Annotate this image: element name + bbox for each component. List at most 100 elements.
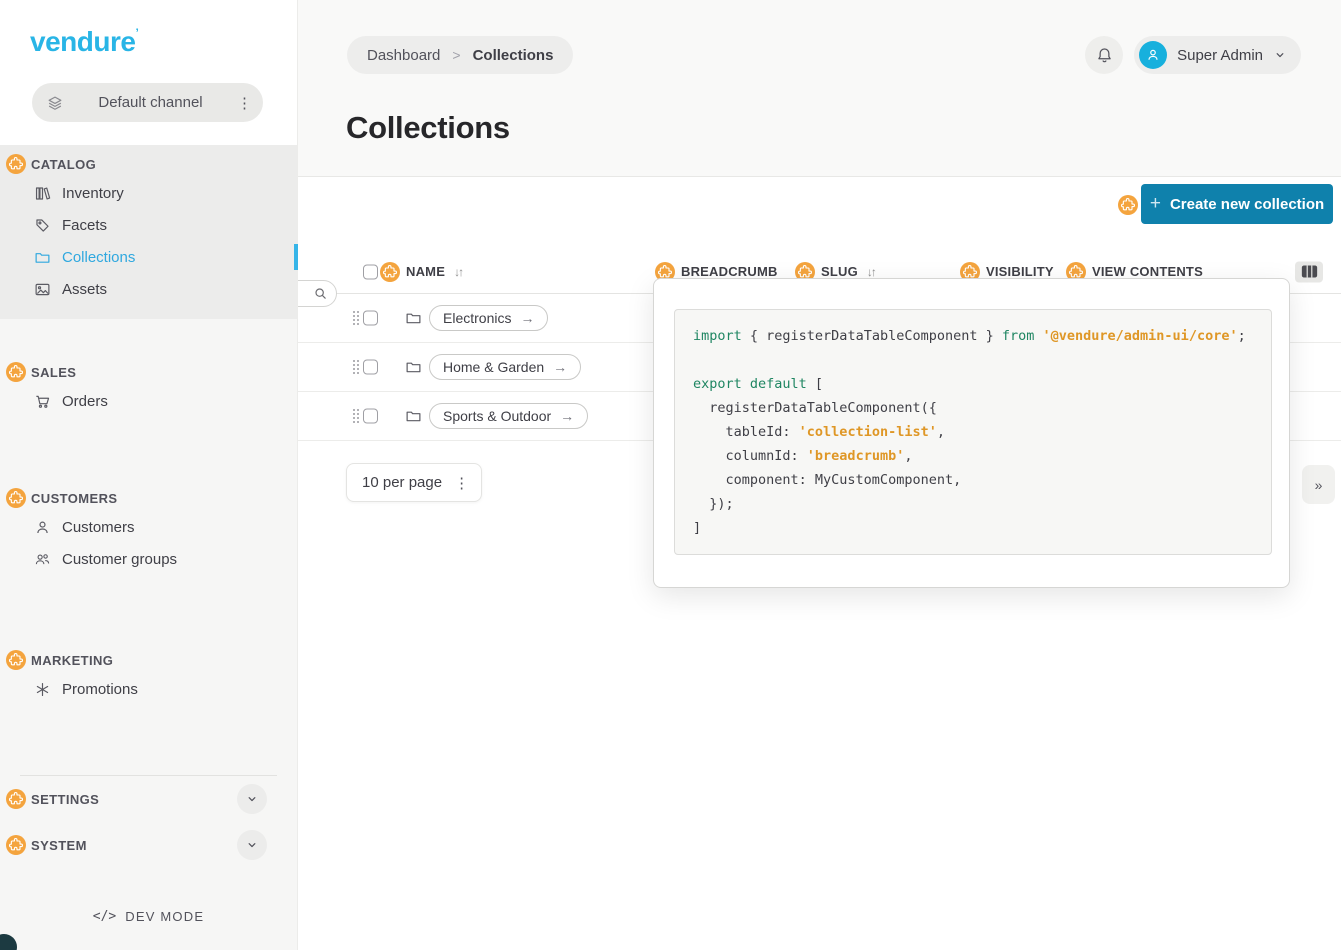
code-snippet: import { registerDataTableComponent } fr… [674,309,1272,555]
settings-expand-button[interactable] [237,784,267,814]
chevron-down-icon [245,792,259,806]
page-header: Dashboard > Collections Super Admin Coll… [298,0,1341,177]
active-item-indicator [294,244,298,270]
sidebar-item-orders[interactable]: Orders [0,385,297,417]
breadcrumb-item-collections[interactable]: Collections [473,47,554,64]
breadcrumb-item-dashboard[interactable]: Dashboard [367,47,440,64]
sidebar-item-label: Collections [62,249,135,266]
sidebar-top: vendure’ Default channel ⋮ [0,0,297,145]
collection-link-chip[interactable]: Electronics → [429,305,548,331]
dev-mode-label: DEV MODE [125,909,204,924]
users-icon [34,551,51,568]
double-chevron-right-icon: » [1315,477,1323,493]
vendure-admin-app: vendure’ Default channel ⋮ CATALOG Inven… [0,0,1341,950]
column-header-name[interactable]: NAME ↓↑ [380,262,462,282]
plus-icon: + [1150,193,1161,215]
dev-mode-puzzle-badge[interactable] [1118,195,1138,215]
row-checkbox[interactable] [363,360,378,375]
image-icon [34,281,51,298]
folder-icon [405,408,422,425]
sidebar-item-label: Assets [62,281,107,298]
sidebar-item-label: Inventory [62,185,124,202]
per-page-label: 10 per page [362,474,442,491]
sidebar-item-customer-groups[interactable]: Customer groups [0,543,297,575]
nav-section-header-sales[interactable]: SALES [0,359,297,385]
drag-handle-icon[interactable] [352,310,360,327]
sidebar-item-label: Customer groups [62,551,177,568]
section-label: CUSTOMERS [31,491,117,506]
section-label: SETTINGS [31,792,99,807]
row-checkbox[interactable] [363,311,378,326]
dev-mode-puzzle-badge[interactable] [6,835,26,855]
nav-section-header-marketing[interactable]: MARKETING [0,647,297,673]
dev-mode-puzzle-badge[interactable] [6,650,26,670]
bell-icon [1095,46,1114,65]
header-actions: Super Admin [1085,36,1301,74]
dev-mode-puzzle-badge[interactable] [6,154,26,174]
avatar [1139,41,1167,69]
sort-icon[interactable]: ↓↑ [867,265,875,279]
drag-handle-icon[interactable] [352,408,360,425]
nav-section-header-catalog[interactable]: CATALOG [0,151,297,177]
select-all-checkbox[interactable] [363,264,378,279]
sidebar-item-assets[interactable]: Assets [0,273,297,305]
column-label: SLUG [821,264,858,279]
sidebar-item-promotions[interactable]: Promotions [0,673,297,705]
collection-link-chip[interactable]: Home & Garden → [429,354,581,380]
tag-icon [34,217,51,234]
drag-handle-icon[interactable] [352,359,360,376]
sidebar-item-inventory[interactable]: Inventory [0,177,297,209]
user-menu[interactable]: Super Admin [1134,36,1301,74]
dev-mode-puzzle-badge[interactable] [6,789,26,809]
sidebar-item-label: Facets [62,217,107,234]
system-expand-button[interactable] [237,830,267,860]
section-label: CATALOG [31,157,96,172]
row-checkbox[interactable] [363,409,378,424]
dev-mode-puzzle-badge[interactable] [380,262,400,282]
items-per-page-selector[interactable]: 10 per page ⋮ [346,463,482,502]
channel-selector[interactable]: Default channel ⋮ [32,83,263,122]
next-page-button[interactable]: » [1302,465,1335,504]
collection-name: Sports & Outdoor [443,408,551,424]
sidebar-item-collections[interactable]: Collections [0,241,297,273]
columns-icon [1301,265,1318,279]
sidebar-item-label: Customers [62,519,135,536]
collection-link-chip[interactable]: Sports & Outdoor → [429,403,588,429]
logo-mark: ’ [135,26,138,40]
collection-name: Electronics [443,310,511,326]
breadcrumb: Dashboard > Collections [347,36,573,74]
cart-icon [34,393,51,410]
section-label: SALES [31,365,76,380]
nav-section-settings: SETTINGS [0,776,297,822]
search-icon [312,285,329,302]
notifications-button[interactable] [1085,36,1123,74]
sidebar-spacer [0,868,297,880]
library-icon [34,185,51,202]
column-settings-button[interactable] [1295,261,1323,282]
dev-mode-toggle[interactable]: </> DEV MODE [0,896,297,936]
create-new-collection-button[interactable]: + Create new collection [1141,184,1333,224]
layers-icon [46,94,64,112]
dev-mode-puzzle-badge[interactable] [6,488,26,508]
user-name: Super Admin [1177,47,1263,64]
folder-icon [405,310,422,327]
sidebar-item-facets[interactable]: Facets [0,209,297,241]
sort-icon[interactable]: ↓↑ [454,265,462,279]
sidebar-nav: CATALOG Inventory Facets Collections [0,145,297,950]
sidebar-item-customers[interactable]: Customers [0,511,297,543]
column-label: VIEW CONTENTS [1092,264,1203,279]
chevron-down-icon [245,838,259,852]
dev-mode-puzzle-badge[interactable] [6,362,26,382]
column-label: VISIBILITY [986,264,1054,279]
page-title: Collections [346,110,510,146]
nav-section-header-customers[interactable]: CUSTOMERS [0,485,297,511]
column-label: NAME [406,264,445,279]
section-label: SYSTEM [31,838,87,853]
channel-menu-kebab-icon[interactable]: ⋮ [237,94,251,112]
code-brackets-icon: </> [93,909,116,924]
create-button-label: Create new collection [1170,196,1324,213]
nav-section-sales: SALES Orders [0,353,297,431]
user-icon [34,519,51,536]
vendure-logo: vendure’ [30,26,297,58]
folder-icon [405,359,422,376]
